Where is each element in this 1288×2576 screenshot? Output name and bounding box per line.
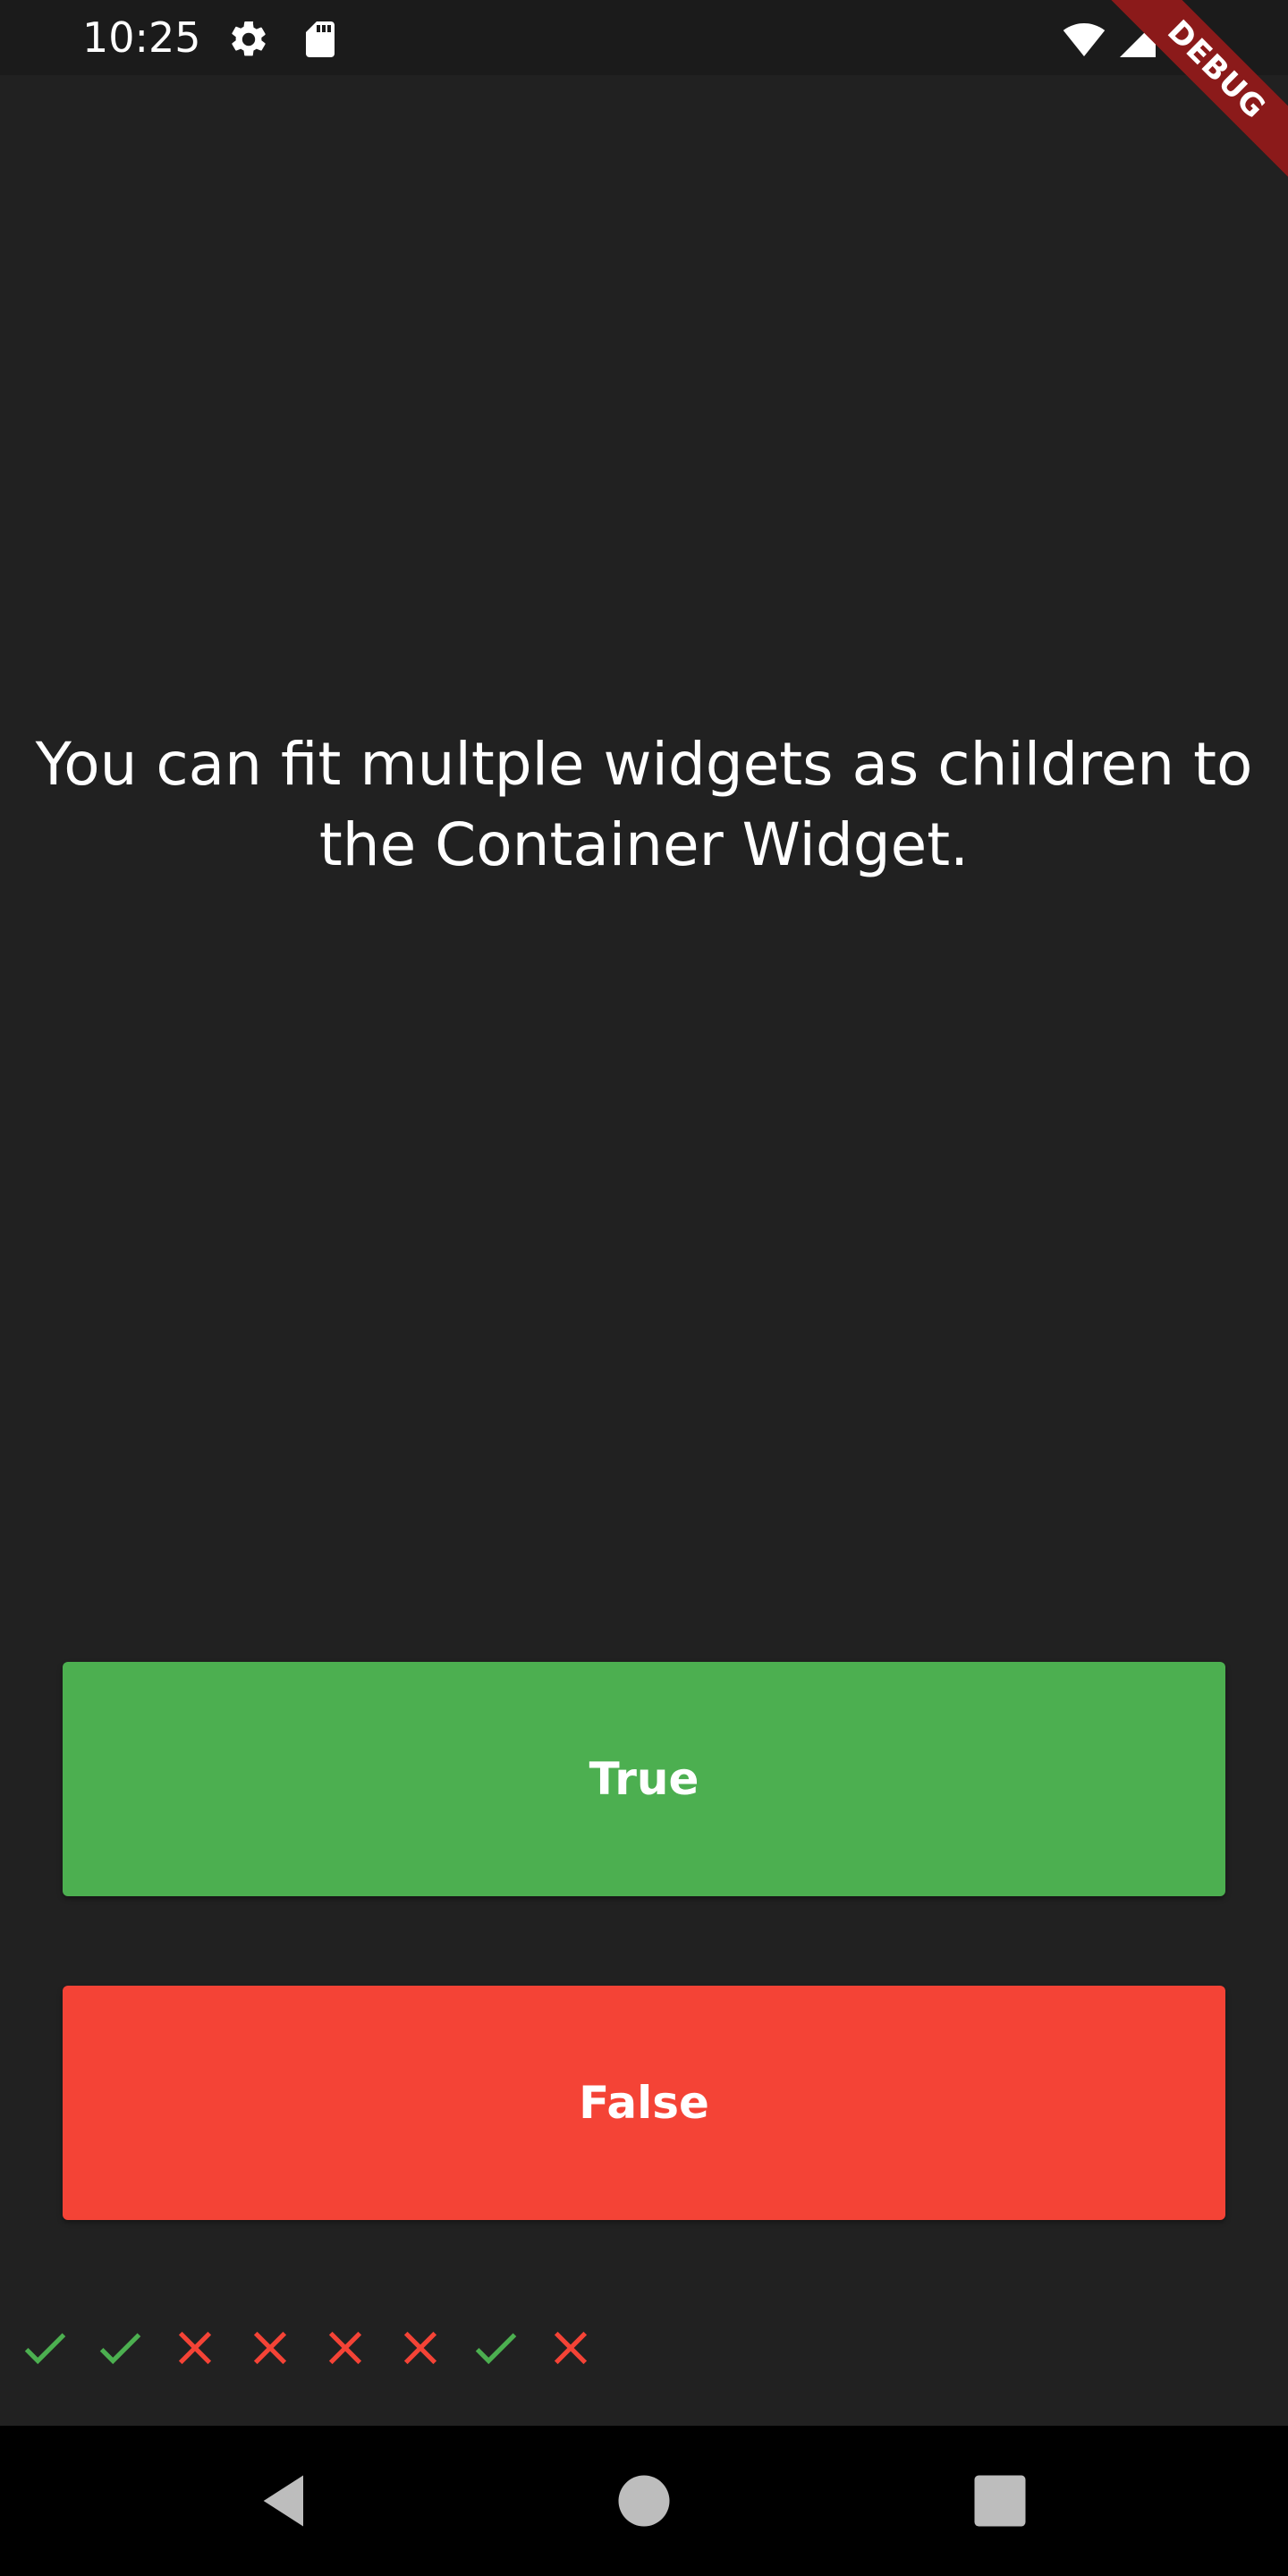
close-icon [533,2317,608,2379]
recents-icon[interactable] [966,2467,1034,2535]
false-button[interactable]: False [63,1986,1225,2220]
true-button[interactable]: True [63,1662,1225,1896]
status-time: 10:25 [82,13,201,62]
check-icon [82,2317,157,2379]
quiz-screen: 10:25 DEBUG You can fit multple widgets … [0,0,1288,2576]
question-text: You can fit multple widgets as children … [35,730,1253,879]
battery-icon [1172,18,1215,61]
status-bar: 10:25 [0,0,1288,75]
close-icon [157,2317,233,2379]
close-icon [308,2317,383,2379]
sd-card-icon [299,18,342,61]
check-icon [7,2317,82,2379]
back-icon[interactable] [252,2467,320,2535]
close-icon [233,2317,308,2379]
score-keeper [7,2317,608,2379]
navigation-bar [0,2426,1288,2576]
check-icon [458,2317,533,2379]
close-icon [383,2317,458,2379]
gear-icon [227,18,270,61]
home-icon[interactable] [610,2467,678,2535]
wifi-icon [1063,18,1106,61]
cell-signal-icon [1116,18,1159,61]
